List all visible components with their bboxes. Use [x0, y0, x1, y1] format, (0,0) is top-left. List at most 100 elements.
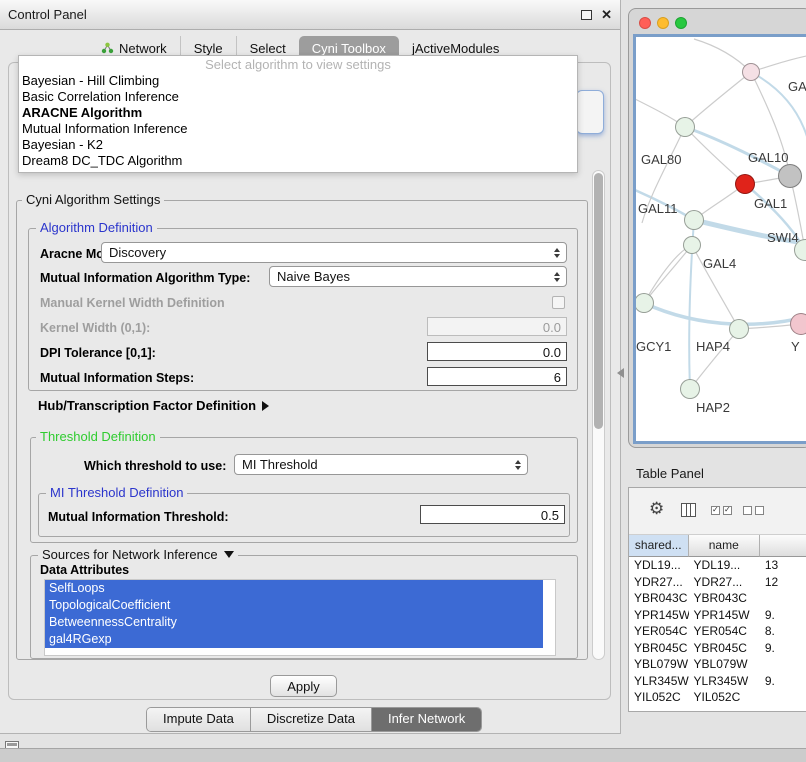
table-cell: 9. [760, 607, 806, 624]
table-cell: YPR145W [629, 607, 689, 624]
which-threshold-select[interactable]: MI Threshold [234, 454, 528, 475]
table-cell: YBR045C [629, 640, 689, 657]
mi-type-select[interactable]: Naive Bayes [269, 266, 567, 287]
gear-icon[interactable]: ⚙ [649, 500, 664, 517]
sources-legend[interactable]: Sources for Network Inference [38, 548, 238, 562]
data-attributes-list[interactable]: SelfLoopsTopologicalCoefficientBetweenne… [44, 579, 556, 656]
table-row[interactable]: YPR145WYPR145W9. [629, 607, 806, 624]
column-header-name[interactable]: name [689, 535, 760, 557]
algorithm-option[interactable]: Bayesian - Hill Climbing [19, 73, 577, 89]
table-row[interactable]: YBL079WYBL079W [629, 656, 806, 673]
network-node[interactable] [778, 164, 802, 188]
table-cell: YER054C [689, 623, 760, 640]
settings-scrollbar[interactable] [592, 170, 605, 660]
column-header-shared[interactable]: shared... [629, 535, 689, 557]
network-node[interactable] [790, 313, 806, 335]
bottom-status-bar [0, 748, 806, 762]
table-cell: YDR27... [629, 574, 689, 591]
sources-legend-text: Sources for Network Inference [42, 547, 218, 562]
expand-arrow-icon[interactable] [262, 401, 269, 411]
node-label: GAL4 [703, 256, 736, 271]
algorithm-selector-fragment[interactable] [576, 90, 604, 134]
which-threshold-value: MI Threshold [235, 457, 318, 472]
table-cell: YBR043C [629, 590, 689, 607]
algorithm-dropdown: Select algorithm to view settings Bayesi… [18, 55, 578, 173]
collapse-arrow-icon[interactable] [224, 551, 234, 558]
table-row[interactable]: YER054CYER054C8. [629, 623, 806, 640]
table-cell: YLR345W [689, 673, 760, 690]
close-window-icon[interactable]: ✕ [601, 8, 612, 22]
table-row[interactable]: YBR045CYBR045C9. [629, 640, 806, 657]
algorithm-option[interactable]: Bayesian - K2 [19, 137, 577, 153]
tab-impute-data[interactable]: Impute Data [147, 708, 250, 731]
network-node[interactable] [729, 319, 749, 339]
float-window-icon[interactable] [581, 10, 592, 20]
table-cell: YDL19... [689, 557, 760, 574]
zoom-traffic-light[interactable] [675, 17, 687, 29]
apply-button[interactable]: Apply [270, 675, 337, 697]
tab-discretize-data[interactable]: Discretize Data [250, 708, 371, 731]
kernel-width-field[interactable]: 0.0 [427, 317, 567, 336]
attribute-item[interactable]: BetweennessCentrality [45, 614, 543, 631]
table-cell [760, 689, 806, 706]
node-label: SWI4 [767, 230, 799, 245]
table-toolbar: ⚙ [629, 488, 806, 535]
select-all-icon[interactable] [711, 506, 732, 515]
network-node[interactable] [735, 174, 755, 194]
table-cell [760, 656, 806, 673]
table-row[interactable]: YBR043CYBR043C [629, 590, 806, 607]
table-cell: YIL052C [629, 689, 689, 706]
tab-infer-network[interactable]: Infer Network [371, 708, 481, 731]
column-header-third[interactable] [760, 535, 806, 557]
table-row[interactable]: YLR345WYLR345W9. [629, 673, 806, 690]
deselect-all-icon[interactable] [743, 506, 764, 515]
node-label: GAL [788, 79, 806, 94]
checked-box-icon [711, 506, 720, 515]
network-node[interactable] [742, 63, 760, 81]
network-node[interactable] [680, 379, 700, 399]
node-layer: GALGAL80GAL10GAL11GAL1SWI4GAL4GCY1HAP4YH… [636, 37, 806, 441]
network-view-window: GALGAL80GAL10GAL11GAL1SWI4GAL4GCY1HAP4YH… [628, 8, 806, 448]
attribute-item[interactable]: SelfLoops [45, 580, 543, 597]
attribute-item[interactable]: TopologicalCoefficient [45, 597, 543, 614]
network-node[interactable] [675, 117, 695, 137]
mi-type-value: Naive Bayes [270, 269, 350, 284]
close-traffic-light[interactable] [639, 17, 651, 29]
network-node[interactable] [683, 236, 701, 254]
scrollbar-thumb[interactable] [594, 173, 603, 429]
hub-section-label[interactable]: Hub/Transcription Factor Definition [38, 399, 269, 413]
combo-arrows-icon [554, 272, 566, 282]
bottom-tab-bar: Impute Data Discretize Data Infer Networ… [146, 707, 482, 732]
data-attributes-label: Data Attributes [40, 563, 129, 577]
dpi-tolerance-field[interactable]: 0.0 [427, 342, 567, 361]
algorithm-option[interactable]: ARACNE Algorithm [19, 105, 577, 121]
hub-section-text: Hub/Transcription Factor Definition [38, 398, 256, 413]
algorithm-option[interactable]: Basic Correlation Inference [19, 89, 577, 105]
attribute-item[interactable]: gal4RGexp [45, 631, 543, 648]
algorithm-option[interactable]: Dream8 DC_TDC Algorithm [19, 153, 577, 169]
aracne-mode-select[interactable]: Discovery [101, 242, 567, 263]
node-label: GAL80 [641, 152, 681, 167]
algorithm-dropdown-placeholder: Select algorithm to view settings [19, 57, 577, 73]
table-panel-body: ⚙ shared... name YDL19...YDL19...13YDR27… [628, 487, 806, 712]
columns-icon[interactable] [681, 503, 696, 517]
table-row[interactable]: YIL052CYIL052C [629, 689, 806, 706]
mi-steps-field[interactable]: 6 [427, 367, 567, 386]
mi-threshold-field[interactable]: 0.5 [420, 505, 565, 524]
dpi-tolerance-label: DPI Tolerance [0,1]: [40, 346, 156, 360]
table-cell: 9. [760, 640, 806, 657]
network-node[interactable] [634, 293, 654, 313]
panel-splitter-arrow[interactable] [617, 368, 624, 378]
table-row[interactable]: YDR27...YDR27...12 [629, 574, 806, 591]
manual-kernel-checkbox[interactable] [552, 296, 565, 309]
table-cell: YBL079W [689, 656, 760, 673]
table-row[interactable]: YDL19...YDL19...13 [629, 557, 806, 574]
control-panel-title: Control Panel [8, 0, 87, 30]
algorithm-option[interactable]: Mutual Information Inference [19, 121, 577, 137]
node-label: GCY1 [636, 339, 671, 354]
tab-label: Network [119, 41, 167, 56]
network-canvas[interactable]: GALGAL80GAL10GAL11GAL1SWI4GAL4GCY1HAP4YH… [633, 34, 806, 444]
minimize-traffic-light[interactable] [657, 17, 669, 29]
table-cell: YBL079W [629, 656, 689, 673]
network-node[interactable] [684, 210, 704, 230]
